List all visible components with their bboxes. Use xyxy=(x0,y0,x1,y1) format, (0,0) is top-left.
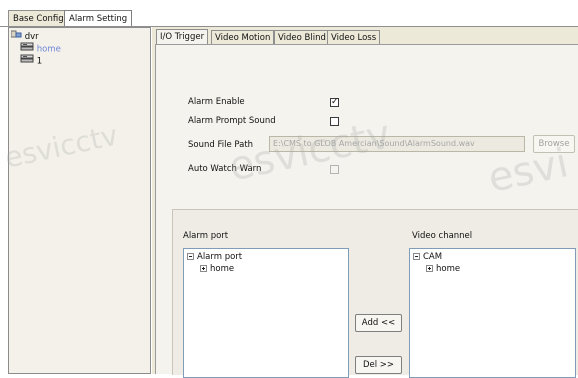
browse-button[interactable]: Browse xyxy=(533,135,575,153)
alarm-enable-checkbox[interactable]: ✓ xyxy=(330,98,339,107)
sound-file-path-field[interactable]: E:\CMS to GLOB Amercian\Sound\AlarmSound… xyxy=(269,136,525,152)
add-button[interactable]: Add << xyxy=(355,314,402,332)
auto-watch-warn-checkbox[interactable] xyxy=(330,165,339,174)
device-tree-panel[interactable]: dvr home 1 xyxy=(8,27,151,374)
list-item[interactable]: home xyxy=(426,263,460,275)
alarm-port-list[interactable]: Alarm port home xyxy=(183,248,349,378)
alarm-settings-panel: I/O Trigger Video Motion Video Blind Vid… xyxy=(152,27,578,378)
tab-alarm-setting[interactable]: Alarm Setting xyxy=(64,10,133,27)
tab-video-motion[interactable]: Video Motion xyxy=(211,30,275,44)
video-channel-title: Video channel xyxy=(412,231,473,241)
list-item[interactable]: CAM xyxy=(413,251,442,263)
expand-icon[interactable] xyxy=(200,265,207,272)
tree-root-label: dvr xyxy=(24,32,39,42)
del-button[interactable]: Del >> xyxy=(355,356,402,374)
sound-file-path-label: Sound File Path xyxy=(188,140,254,150)
alarm-prompt-sound-checkbox[interactable] xyxy=(330,117,339,126)
port-mapping-group: Alarm port Alarm port home Add << Del >>… xyxy=(172,209,578,378)
alarm-prompt-sound-label: Alarm Prompt Sound xyxy=(188,116,276,126)
list-item[interactable]: Alarm port xyxy=(187,251,242,263)
tree-item-1-label: 1 xyxy=(36,56,43,67)
list-item[interactable]: home xyxy=(200,263,234,275)
tab-base-config[interactable]: Base Config xyxy=(8,10,69,27)
io-trigger-content: Alarm Enable ✓ Alarm Prompt Sound Sound … xyxy=(155,44,578,378)
tree-root-dvr[interactable]: dvr xyxy=(10,30,39,42)
collapse-icon[interactable] xyxy=(187,253,194,260)
tree-item-1[interactable]: 1 xyxy=(20,54,43,68)
video-channel-list[interactable]: CAM home xyxy=(409,248,576,378)
alarm-port-title: Alarm port xyxy=(183,231,229,241)
auto-watch-warn-label: Auto Watch Warn xyxy=(188,164,262,174)
expand-icon[interactable] xyxy=(426,265,433,272)
tab-video-loss[interactable]: Video Loss xyxy=(327,30,381,44)
collapse-icon[interactable] xyxy=(413,253,420,260)
alarm-enable-label: Alarm Enable xyxy=(188,97,245,107)
tab-video-blind[interactable]: Video Blind xyxy=(274,30,330,44)
tab-io-trigger[interactable]: I/O Trigger xyxy=(156,29,209,45)
tree-item-home-label: home xyxy=(36,44,61,55)
dvr-device-icon xyxy=(20,54,34,68)
tree-item-home[interactable]: home xyxy=(20,42,61,55)
